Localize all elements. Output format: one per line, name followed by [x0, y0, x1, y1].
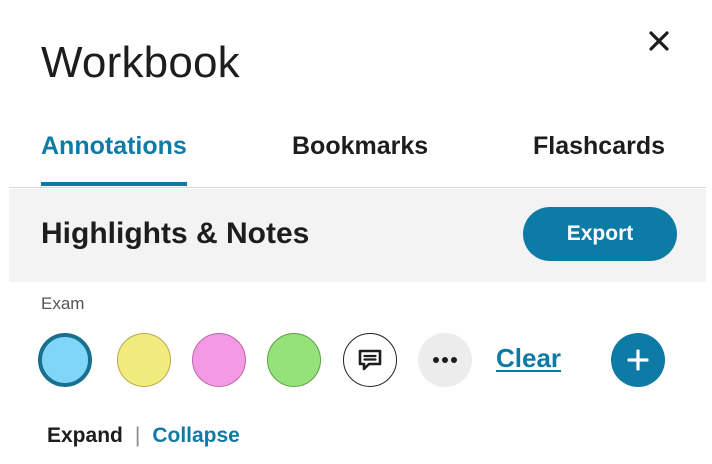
clear-filters-link[interactable]: Clear: [496, 343, 561, 374]
note-comment-icon: [358, 349, 382, 371]
active-tab-indicator: [41, 182, 187, 186]
separator: |: [134, 424, 141, 447]
tab-annotations[interactable]: Annotations: [41, 132, 187, 161]
export-button[interactable]: Export: [523, 207, 677, 261]
add-annotation-button[interactable]: [611, 333, 665, 387]
close-button[interactable]: [646, 28, 672, 54]
tab-bookmarks[interactable]: Bookmarks: [292, 132, 428, 161]
notes-filter-button[interactable]: [343, 333, 397, 387]
section-title: Highlights & Notes: [41, 217, 310, 250]
workbook-panel: Workbook Annotations Bookmarks Flashcard…: [9, 0, 706, 464]
panel-title: Workbook: [41, 38, 240, 87]
color-filter-yellow[interactable]: [117, 333, 171, 387]
tab-flashcards[interactable]: Flashcards: [533, 132, 665, 161]
plus-icon: [627, 349, 649, 371]
close-icon: [649, 31, 669, 51]
filter-label: Exam: [41, 294, 85, 313]
color-filter-pink[interactable]: [192, 333, 246, 387]
more-horizontal-icon: [433, 357, 457, 363]
expand-collapse-controls: Expand | Collapse: [47, 424, 240, 448]
expand-button[interactable]: Expand: [47, 424, 123, 448]
more-options-button[interactable]: [418, 333, 472, 387]
color-filter-green[interactable]: [267, 333, 321, 387]
tab-bar: Annotations Bookmarks Flashcards: [9, 118, 706, 188]
color-filter-blue[interactable]: [38, 333, 92, 387]
highlights-notes-header: Highlights & Notes Export: [9, 189, 706, 282]
collapse-button[interactable]: Collapse: [152, 424, 240, 448]
